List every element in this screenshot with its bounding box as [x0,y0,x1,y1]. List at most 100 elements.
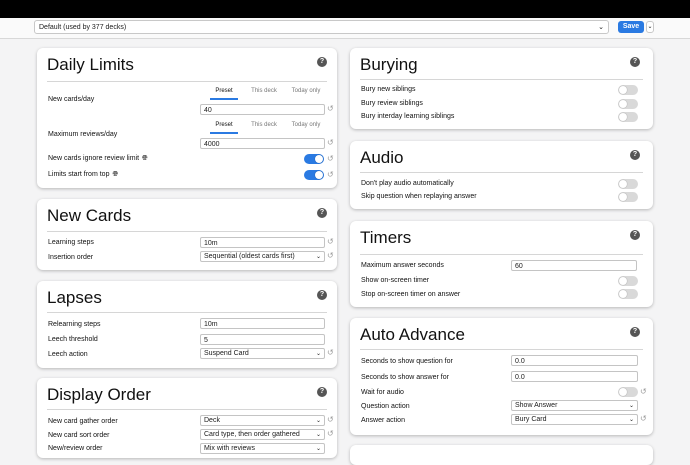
insertion-order-select[interactable]: Sequential (oldest cards first) ⌄ [200,251,325,262]
divider [360,172,643,173]
wait-audio-toggle[interactable] [618,387,638,397]
limits-start-top-text: Limits start from top [48,171,110,178]
revert-icon[interactable]: ↺ [327,170,334,179]
bury-review-siblings-label: Bury review siblings [361,100,423,107]
audio-title: Audio [360,148,404,167]
new-cards-card: New Cards ? Learning steps 10m ↺ Inserti… [37,199,337,270]
gather-order-select[interactable]: Deck ⌄ [200,415,325,426]
max-reviews-day-input[interactable]: 4000 [200,138,325,149]
help-icon[interactable]: ? [317,57,327,67]
timers-card: Timers ? Maximum answer seconds 60 Show … [350,221,653,307]
learning-steps-label: Learning steps [48,239,94,246]
dont-play-audio-toggle[interactable] [618,179,638,189]
help-icon[interactable]: ? [630,57,640,67]
globe-icon: 🌐︎ [112,171,119,178]
revert-icon[interactable]: ↺ [327,251,334,260]
limits-start-top-toggle[interactable] [304,170,324,180]
revert-icon[interactable]: ↺ [327,415,334,424]
help-icon[interactable]: ? [630,230,640,240]
show-timer-toggle[interactable] [618,276,638,286]
stop-timer-label: Stop on-screen timer on answer [361,291,461,298]
tab-this-deck[interactable]: This deck [244,122,284,128]
preset-selector-label: Default (used by 377 decks) [39,24,127,31]
revert-icon[interactable]: ↺ [327,429,334,438]
answer-seconds-label: Seconds to show answer for [361,374,449,381]
help-icon[interactable]: ? [630,327,640,337]
new-review-order-select[interactable]: Mix with reviews ⌄ [200,443,325,454]
answer-seconds-input[interactable]: 0.0 [511,371,638,382]
stop-timer-toggle[interactable] [618,289,638,299]
review-limit-tabs: Preset This deck Today only [204,122,324,134]
ignore-review-limit-toggle[interactable] [304,154,324,164]
skip-question-toggle[interactable] [618,192,638,202]
max-reviews-day-label: Maximum reviews/day [48,131,118,138]
revert-icon[interactable]: ↺ [327,154,334,163]
question-action-value: Show Answer [515,402,558,409]
sort-order-value: Card type, then order gathered [204,431,300,438]
preset-selector[interactable]: Default (used by 377 decks) ⌄ [34,20,609,34]
question-seconds-label: Seconds to show question for [361,358,453,365]
help-icon[interactable]: ? [317,290,327,300]
tab-this-deck[interactable]: This deck [244,88,284,94]
tab-today-only[interactable]: Today only [286,88,326,94]
max-answer-seconds-label: Maximum answer seconds [361,262,444,269]
leech-action-label: Leech action [48,351,88,358]
new-cards-day-input[interactable]: 40 [200,104,325,115]
leech-action-select[interactable]: Suspend Card ⌄ [200,348,325,359]
relearning-steps-input[interactable]: 10m [200,318,325,329]
chevron-down-icon: ⌄ [315,418,321,424]
divider [360,349,643,350]
sort-order-select[interactable]: Card type, then order gathered ⌄ [200,429,325,440]
leech-threshold-input[interactable]: 5 [200,334,325,345]
display-order-title: Display Order [47,385,151,404]
timers-title: Timers [360,228,412,247]
max-answer-seconds-input[interactable]: 60 [511,260,637,271]
divider [47,312,327,313]
chevron-down-icon: ⌄ [598,24,604,31]
relearning-steps-label: Relearning steps [48,321,101,328]
window-titlebar [0,0,690,18]
audio-card: Audio ? Don't play audio automatically S… [350,141,653,209]
bury-new-siblings-toggle[interactable] [618,85,638,95]
chevron-down-icon: ⌄ [315,254,321,260]
divider [360,79,643,80]
learning-steps-input[interactable]: 10m [200,237,325,248]
new-cards-title: New Cards [47,206,132,225]
chevron-down-icon: ⌄ [315,446,321,452]
revert-icon[interactable]: ↺ [327,104,334,113]
sort-order-label: New card sort order [48,432,110,439]
revert-icon[interactable]: ↺ [327,138,334,147]
leech-action-value: Suspend Card [204,350,249,357]
revert-icon[interactable]: ↺ [327,348,334,357]
wait-audio-label: Wait for audio [361,389,404,396]
daily-limits-title: Daily Limits [47,55,134,74]
save-button[interactable]: Save [618,21,644,33]
leech-threshold-label: Leech threshold [48,336,98,343]
question-action-select[interactable]: Show Answer ⌄ [511,400,638,411]
auto-advance-card: Auto Advance ? Seconds to show question … [350,318,653,435]
tab-preset[interactable]: Preset [204,122,244,134]
divider [47,231,327,232]
revert-icon[interactable]: ↺ [640,414,647,423]
help-icon[interactable]: ? [317,208,327,218]
answer-action-select[interactable]: Bury Card ⌄ [511,414,638,425]
chevron-down-icon: ⌄ [315,432,321,438]
answer-action-value: Bury Card [515,416,547,423]
help-icon[interactable]: ? [317,387,327,397]
bury-new-siblings-label: Bury new siblings [361,86,416,93]
help-icon[interactable]: ? [630,150,640,160]
revert-icon[interactable]: ↺ [640,387,647,396]
chevron-down-icon: ⌄ [628,417,634,423]
bury-review-siblings-toggle[interactable] [618,99,638,109]
answer-action-label: Answer action [361,417,405,424]
burying-card: Burying ? Bury new siblings Bury review … [350,48,653,129]
bury-interday-siblings-toggle[interactable] [618,112,638,122]
chevron-down-icon: ⌄ [315,351,321,357]
save-options-button[interactable]: ⌄ [646,21,654,33]
revert-icon[interactable]: ↺ [327,237,334,246]
tab-preset[interactable]: Preset [204,88,244,100]
limits-start-top-label: Limits start from top 🌐︎ [48,171,118,179]
bury-interday-siblings-label: Bury interday learning siblings [361,113,455,120]
question-seconds-input[interactable]: 0.0 [511,355,638,366]
tab-today-only[interactable]: Today only [286,122,326,128]
